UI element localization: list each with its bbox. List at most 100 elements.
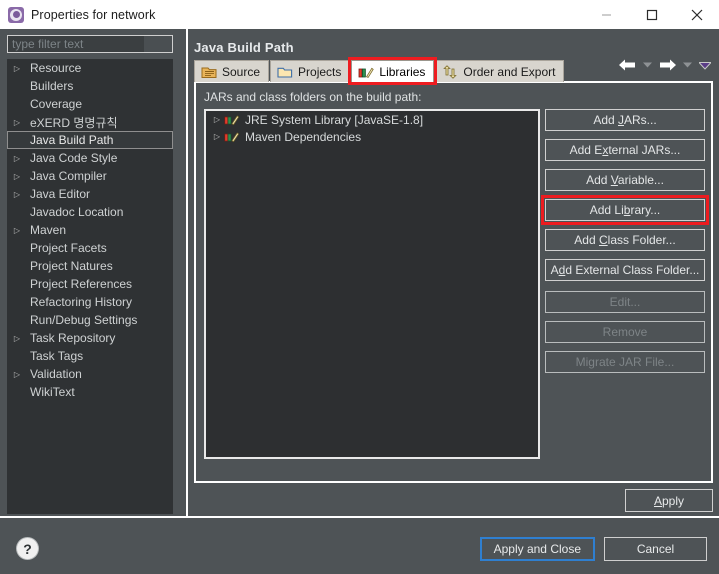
apply-button[interactable]: Apply [625, 489, 713, 512]
add-variable-button[interactable]: Add Variable... [545, 169, 705, 191]
button-label: Migrate JAR File... [575, 355, 675, 369]
window-titlebar: Properties for network [0, 0, 719, 29]
sidebar-item-label: Coverage [30, 97, 83, 111]
window-title: Properties for network [31, 7, 156, 22]
classpath-entry-row[interactable]: ▷ Maven Dependencies [206, 128, 538, 145]
tree-expand-arrow-icon[interactable]: ▷ [9, 64, 25, 73]
sidebar-item[interactable]: ▷ Resource [7, 59, 173, 77]
sidebar-item-label: Java Compiler [30, 169, 107, 183]
close-icon[interactable] [674, 0, 719, 29]
tree-expand-arrow-icon[interactable]: ▷ [9, 370, 25, 379]
add-jars-button[interactable]: Add JARs... [545, 109, 705, 131]
build-path-panel: Source Projects Libraries Order and Export … [194, 57, 713, 483]
footer-buttons: Apply and Close Cancel [479, 537, 707, 561]
dialog-body: type filter text ▷Resource▷Builders▷Cove… [0, 29, 719, 574]
sidebar-item[interactable]: ▷Run/Debug Settings [7, 311, 173, 329]
add-class-folder-button[interactable]: Add Class Folder... [545, 229, 705, 251]
classpath-entries-list[interactable]: ▷ JRE System Library [JavaSE-1.8] ▷ Maven D… [204, 109, 540, 459]
tab-label: Source [222, 64, 261, 79]
minimize-icon[interactable] [584, 0, 629, 29]
sidebar-item[interactable]: ▷Java Build Path [7, 131, 173, 149]
list-caption: JARs and class folders on the build path… [204, 90, 422, 104]
add-external-class-folder-button[interactable]: Add External Class Folder... [545, 259, 705, 281]
libraries-books-icon [358, 65, 375, 79]
sidebar-item-label: Project Natures [30, 259, 113, 273]
filter-clear-icon[interactable] [144, 36, 172, 52]
sidebar-item-label: Task Repository [30, 331, 116, 345]
button-label: Add Library... [589, 203, 661, 217]
tree-expand-arrow-icon[interactable]: ▷ [210, 115, 224, 124]
tab-libraries[interactable]: Libraries [348, 57, 438, 85]
sidebar-item[interactable]: ▷Task Tags [7, 347, 173, 365]
sidebar-item-label: Java Code Style [30, 151, 118, 165]
sidebar-item[interactable]: ▷ Java Compiler [7, 167, 173, 185]
apply-and-close-button[interactable]: Apply and Close [479, 537, 595, 561]
migrate-jar-file-button: Migrate JAR File... [545, 351, 705, 373]
button-label: Add External JARs... [569, 143, 681, 157]
edit-button: Edit... [545, 291, 705, 313]
preferences-tree[interactable]: ▷Resource▷Builders▷Coverage▷eXERD 명명규칙▷J… [7, 59, 173, 514]
sidebar-item-label: WikiText [30, 385, 75, 399]
button-label: Remove [602, 325, 648, 339]
classpath-entry-row[interactable]: ▷ JRE System Library [JavaSE-1.8] [206, 111, 538, 128]
sidebar-item[interactable]: ▷ Validation [7, 365, 173, 383]
classpath-entry-label: Maven Dependencies [245, 129, 362, 144]
sidebar-item[interactable]: ▷ Java Code Style [7, 149, 173, 167]
classpath-actions: Add JARs... Add External JARs... Add Varia… [541, 109, 709, 381]
sidebar-item[interactable]: ▷ Task Repository [7, 329, 173, 347]
sidebar-item[interactable]: ▷ Maven [7, 221, 173, 239]
help-icon[interactable]: ? [17, 538, 38, 559]
filter-placeholder: type filter text [12, 37, 84, 51]
button-label: Add External Class Folder... [550, 263, 700, 277]
dialog-footer: ? Apply and Close Cancel [0, 516, 719, 574]
button-label: Add Variable... [586, 173, 664, 187]
sidebar-item[interactable]: ▷Project Facets [7, 239, 173, 257]
tree-expand-arrow-icon[interactable]: ▷ [210, 132, 224, 141]
add-library-button[interactable]: Add Library... [545, 199, 705, 221]
preferences-sidebar: type filter text ▷Resource▷Builders▷Cove… [0, 29, 180, 516]
sidebar-item-label: Builders [30, 79, 74, 93]
library-icon [224, 130, 240, 143]
tab-label: Order and Export [463, 64, 556, 79]
build-path-tabs[interactable]: Source Projects Libraries Order and Export [194, 57, 713, 85]
tree-expand-arrow-icon[interactable]: ▷ [9, 190, 25, 199]
sidebar-item-label: Java Editor [30, 187, 91, 201]
sidebar-item[interactable]: ▷Refactoring History [7, 293, 173, 311]
page-title: Java Build Path [194, 40, 294, 55]
tree-expand-arrow-icon[interactable]: ▷ [9, 334, 25, 343]
filter-input[interactable]: type filter text [7, 35, 173, 53]
tree-expand-arrow-icon[interactable]: ▷ [9, 172, 25, 181]
sidebar-item[interactable]: ▷WikiText [7, 383, 173, 401]
tree-expand-arrow-icon[interactable]: ▷ [9, 154, 25, 163]
sidebar-item-label: Validation [30, 367, 82, 381]
sidebar-item[interactable]: ▷Coverage [7, 95, 173, 113]
tab-label: Libraries [379, 64, 426, 79]
tab-source[interactable]: Source [194, 60, 270, 82]
tab-projects[interactable]: Projects [270, 60, 351, 82]
tree-expand-arrow-icon[interactable]: ▷ [9, 226, 25, 235]
button-label: Add Class Folder... [574, 233, 676, 247]
preferences-page: Java Build Path Source Projects Libraries O… [186, 29, 719, 516]
library-icon [224, 113, 240, 126]
remove-button: Remove [545, 321, 705, 343]
sidebar-item[interactable]: ▷ Java Editor [7, 185, 173, 203]
sidebar-item-label: Maven [30, 223, 67, 237]
sidebar-item[interactable]: ▷Javadoc Location [7, 203, 173, 221]
sidebar-item-label: Project References [30, 277, 133, 291]
sidebar-item[interactable]: ▷ eXERD 명명규칙 [7, 113, 173, 131]
add-external-jars-button[interactable]: Add External JARs... [545, 139, 705, 161]
sidebar-item-label: Run/Debug Settings [30, 313, 138, 327]
sidebar-item[interactable]: ▷Project References [7, 275, 173, 293]
sidebar-item[interactable]: ▷Builders [7, 77, 173, 95]
sidebar-item-label: Javadoc Location [30, 205, 124, 219]
button-label: Edit... [609, 295, 641, 309]
tree-expand-arrow-icon[interactable]: ▷ [9, 118, 25, 127]
tab-label: Projects [298, 64, 342, 79]
sidebar-item-label: Task Tags [30, 349, 84, 363]
cancel-button[interactable]: Cancel [604, 537, 707, 561]
sidebar-item[interactable]: ▷Project Natures [7, 257, 173, 275]
window-controls [584, 0, 719, 29]
maximize-icon[interactable] [629, 0, 674, 29]
sidebar-item-label: Resource [30, 61, 82, 75]
tab-order-and-export[interactable]: Order and Export [435, 60, 565, 82]
